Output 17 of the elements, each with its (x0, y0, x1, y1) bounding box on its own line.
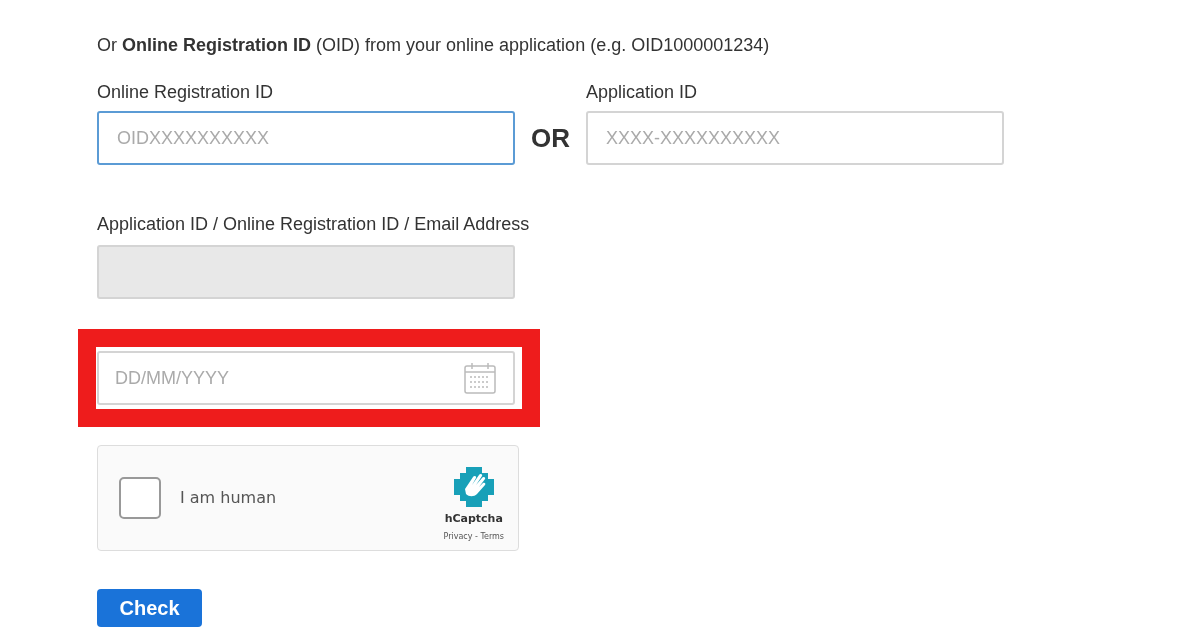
captcha-brand: hCaptcha (444, 511, 503, 528)
instruction-text: Or Online Registration ID (OID) from your online application (e.g. OID1000001234) (97, 34, 771, 57)
calendar-icon[interactable] (463, 361, 497, 395)
input-field[interactable]: XXXX-XXXXXXXXXX (586, 111, 1004, 165)
field-label: Online Registration ID (97, 81, 275, 103)
field-label: Application ID (586, 81, 699, 103)
hand-logo-icon (451, 465, 496, 510)
link-separator: - (474, 530, 479, 543)
captcha-label: I am human (180, 487, 278, 509)
placeholder-text: DD/MM/YYYY (115, 366, 229, 390)
captcha-checkbox[interactable] (119, 477, 161, 519)
check-button[interactable]: Check (97, 589, 202, 627)
privacy-link[interactable]: Privacy (443, 530, 473, 543)
input-field[interactable]: OIDXXXXXXXXXX (97, 111, 515, 165)
separator-text: OR (531, 122, 570, 155)
field-label: Application ID / Online Registration ID / Email Address (97, 213, 531, 235)
terms-link[interactable]: Terms (480, 530, 504, 543)
